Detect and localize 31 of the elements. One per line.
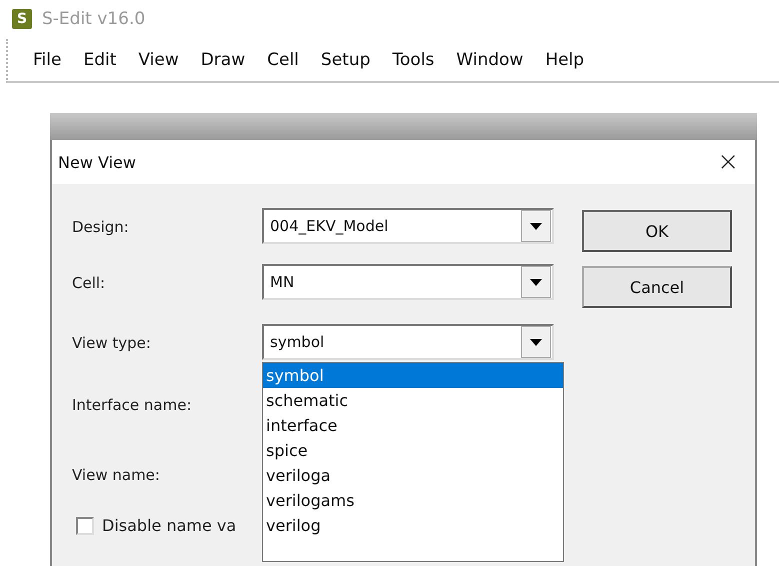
field-label: View type:: [72, 333, 152, 352]
caret-icon: [530, 278, 542, 286]
dropdown-button[interactable]: [521, 266, 551, 298]
dropdown-button[interactable]: [521, 210, 551, 242]
menu-item[interactable]: Tools: [381, 50, 446, 70]
checkbox[interactable]: [76, 516, 94, 534]
menu-item[interactable]: Edit: [72, 50, 128, 70]
field-label: Cell:: [72, 273, 106, 292]
dialog-title: New View: [58, 152, 136, 172]
checkbox-label: Disable name va: [102, 516, 236, 535]
field-label: Design:: [72, 217, 130, 236]
caret-icon: [530, 338, 542, 346]
menu-item[interactable]: View: [127, 50, 190, 70]
close-button[interactable]: ×: [717, 147, 739, 177]
app-title: S-Edit v16.0: [42, 9, 146, 30]
menu-item[interactable]: Draw: [190, 50, 256, 70]
field-label: Interface name:: [72, 395, 193, 414]
menu-item[interactable]: Cell: [256, 50, 310, 70]
dropdown-button[interactable]: [521, 326, 551, 358]
menu-item[interactable]: Help: [534, 50, 596, 70]
app-logo: S: [12, 9, 32, 30]
combo-box[interactable]: 004_EKV_Model: [262, 208, 554, 244]
caret-icon: [530, 222, 542, 230]
menu-item[interactable]: Window: [445, 50, 534, 70]
ok-button[interactable]: OK: [582, 210, 732, 252]
combo-box[interactable]: MN: [262, 264, 554, 300]
dropdown-option[interactable]: symbol: [263, 363, 563, 388]
field-label: View name:: [72, 465, 161, 484]
menu-item[interactable]: Setup: [310, 50, 382, 70]
menu-item[interactable]: File: [22, 50, 72, 70]
cancel-button[interactable]: Cancel: [582, 266, 732, 308]
